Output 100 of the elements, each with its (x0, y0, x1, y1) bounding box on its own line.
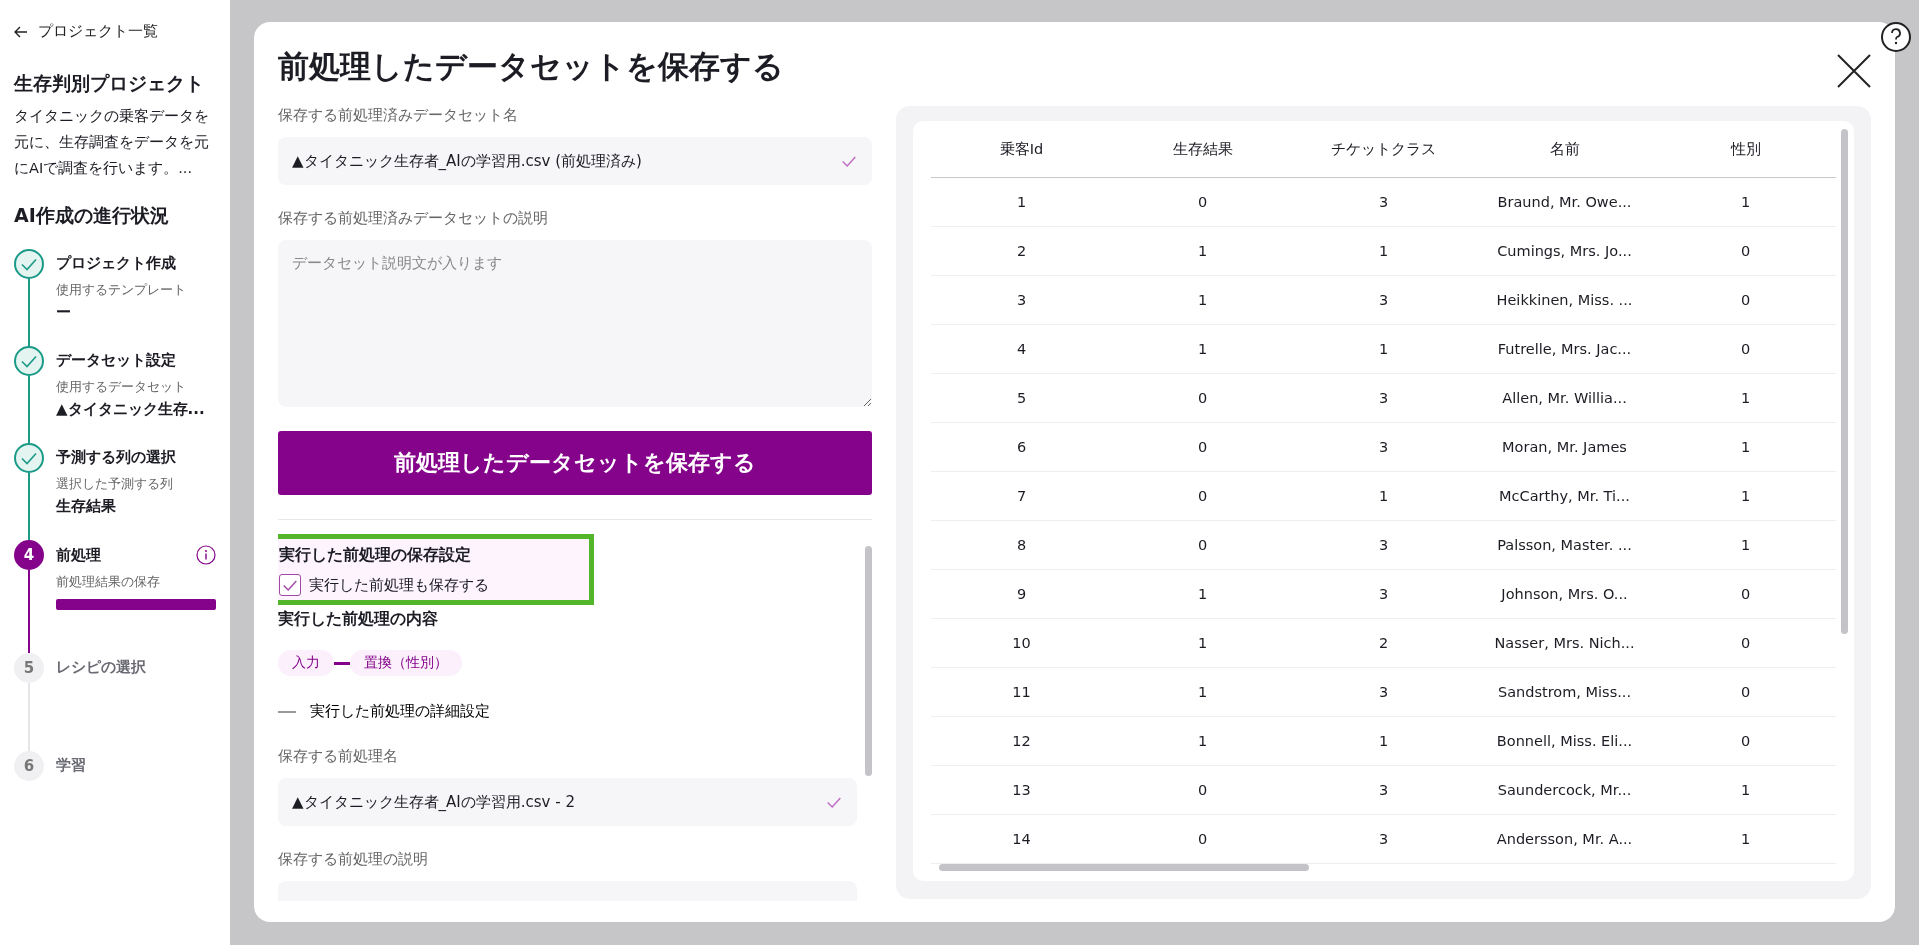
table-cell: 1 (1655, 177, 1836, 227)
close-icon (1835, 52, 1873, 90)
table-cell: 11 (931, 667, 1112, 717)
scrollbar[interactable] (1841, 129, 1848, 634)
table-cell: 3 (1293, 177, 1474, 227)
table-cell: 2 (1293, 618, 1474, 668)
step-value: ▲タイタニック生存... (56, 400, 206, 419)
table-cell: Allen, Mr. Willia... (1474, 373, 1655, 423)
table-cell: Futrelle, Mrs. Jac... (1474, 324, 1655, 374)
step-sublabel: 使用するテンプレート (56, 282, 187, 299)
table-cell: 1 (1655, 471, 1836, 521)
step-sublabel: 使用するデータセット (56, 379, 187, 396)
step-value: ー (56, 303, 72, 322)
table-cell: 14 (931, 814, 1112, 864)
table-cell: 0 (1655, 275, 1836, 325)
project-title: 生存判別プロジェクト (14, 71, 205, 96)
step-title: 予測する列の選択 (56, 448, 176, 467)
step-sublabel: 前処理結果の保存 (56, 574, 161, 591)
table-cell: 0 (1655, 324, 1836, 374)
table-cell: 2 (931, 226, 1112, 276)
table-cell: Heikkinen, Miss. ... (1474, 275, 1655, 325)
table-cell: 1 (1293, 226, 1474, 276)
table-cell: 0 (1112, 177, 1293, 227)
step-title: プロジェクト作成 (56, 254, 176, 273)
description-field[interactable]: データセット説明文が入ります (278, 240, 872, 407)
field-label: 保存する前処理済みデータセットの説明 (278, 209, 549, 228)
table-cell: Moran, Mr. James (1474, 422, 1655, 472)
table-cell: 3 (1293, 520, 1474, 570)
save-preprocess-checkbox[interactable]: 実行した前処理も保存する (279, 574, 579, 596)
step-title: 前処理 (56, 545, 101, 565)
table-cell: Sandstrom, Miss... (1474, 667, 1655, 717)
table-cell: 10 (931, 618, 1112, 668)
table-cell: 0 (1112, 422, 1293, 472)
table-cell: 1 (1112, 275, 1293, 325)
table-cell: 3 (931, 275, 1112, 325)
scrollbar[interactable] (865, 546, 872, 776)
help-button[interactable] (1881, 22, 1911, 52)
pipeline-chip[interactable]: 置換（性別） (350, 650, 462, 676)
step-circle: 6 (14, 751, 44, 781)
table-cell: 0 (1655, 226, 1836, 276)
project-description: タイタニックの乗客データを元に、生存調査をデータを元にAIで調査を行います。... (14, 107, 210, 178)
field-label: 保存する前処理済みデータセット名 (278, 106, 519, 125)
table-cell: Andersson, Mr. A... (1474, 814, 1655, 864)
column-header: チケットクラス (1293, 121, 1474, 178)
step-circle: 5 (14, 653, 44, 683)
table-cell: 3 (1293, 765, 1474, 815)
table-cell: 1 (1112, 716, 1293, 766)
table-cell: 1 (1112, 667, 1293, 717)
table-cell: Nasser, Mrs. Nich... (1474, 618, 1655, 668)
table-cell: 1 (1655, 765, 1836, 815)
table-cell: 1 (1655, 373, 1836, 423)
step-circle: 4 (14, 540, 44, 570)
table-cell: 4 (931, 324, 1112, 374)
table-cell: 0 (1655, 716, 1836, 766)
step-title: 学習 (56, 756, 86, 775)
section-title: 実行した前処理の内容 (278, 609, 439, 630)
table-cell: 1 (1112, 226, 1293, 276)
table-cell: 0 (1655, 569, 1836, 619)
table-cell: Braund, Mr. Owe... (1474, 177, 1655, 227)
details-toggle[interactable]: 実行した前処理の詳細設定 (278, 702, 857, 721)
save-button[interactable]: 前処理したデータセットを保存する (278, 431, 872, 495)
field-label: 保存する前処理の説明 (278, 850, 429, 869)
table-cell: 7 (931, 471, 1112, 521)
table-cell: 9 (931, 569, 1112, 619)
table-cell: Bonnell, Miss. Eli... (1474, 716, 1655, 766)
table-cell: Cumings, Mrs. Jo... (1474, 226, 1655, 276)
table-cell: Palsson, Master. ... (1474, 520, 1655, 570)
table-cell: 3 (1293, 569, 1474, 619)
column-header: 乗客Id (931, 121, 1112, 178)
info-icon[interactable] (196, 545, 216, 565)
dataset-name-field[interactable]: ▲タイタニック生存者_AIの学習用.csv (前処理済み) (278, 137, 872, 185)
table-cell: 0 (1112, 765, 1293, 815)
table-cell: 5 (931, 373, 1112, 423)
preprocess-name-field[interactable]: ▲タイタニック生存者_AIの学習用.csv - 2 (278, 778, 857, 826)
minus-icon (278, 710, 296, 713)
table-cell: 0 (1112, 520, 1293, 570)
column-header: 性別 (1655, 121, 1836, 178)
table-cell: 6 (931, 422, 1112, 472)
table-cell: 3 (1293, 275, 1474, 325)
table-cell: 0 (1112, 814, 1293, 864)
table-cell: 13 (931, 765, 1112, 815)
table-cell: 1 (1293, 716, 1474, 766)
table-cell: 1 (1655, 814, 1836, 864)
step-title: データセット設定 (56, 351, 176, 370)
pipeline-chip[interactable]: 入力 (278, 650, 334, 676)
back-link[interactable]: プロジェクト一覧 (14, 22, 216, 41)
scrollbar[interactable] (939, 864, 1309, 871)
table-cell: 12 (931, 716, 1112, 766)
table-cell: McCarthy, Mr. Ti... (1474, 471, 1655, 521)
table-cell: Johnson, Mrs. O... (1474, 569, 1655, 619)
table-cell: 1 (1655, 520, 1836, 570)
table-cell: 0 (1112, 471, 1293, 521)
table-cell: 0 (1112, 373, 1293, 423)
column-header: 生存結果 (1112, 121, 1293, 178)
close-button[interactable] (1835, 52, 1873, 90)
table-cell: 3 (1293, 422, 1474, 472)
dialog-title: 前処理したデータセットを保存する (278, 47, 784, 86)
table-cell: 1 (1293, 324, 1474, 374)
column-header: 名前 (1474, 121, 1655, 178)
table-cell: 0 (1655, 618, 1836, 668)
